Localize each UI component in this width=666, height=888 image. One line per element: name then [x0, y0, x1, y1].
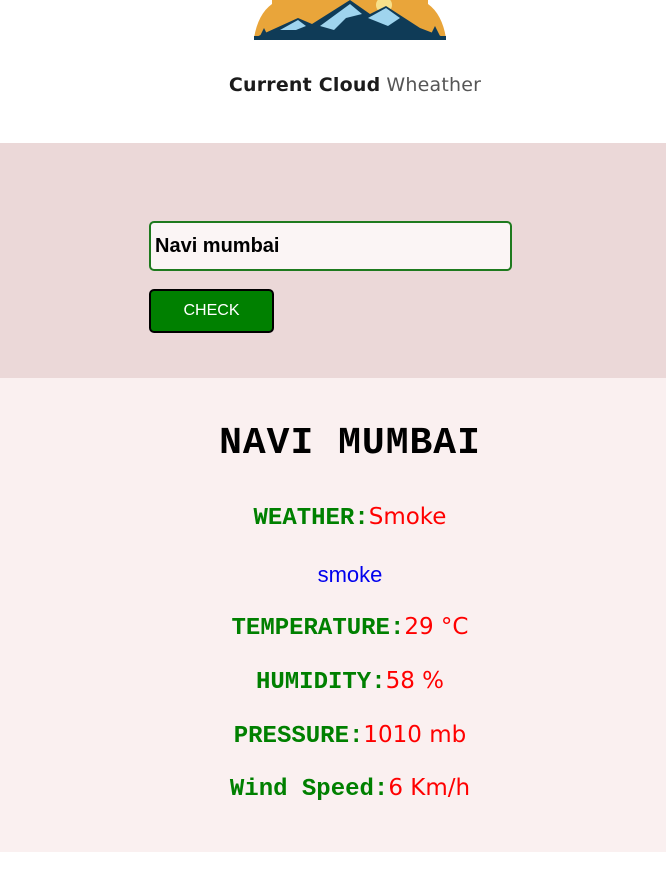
- wind-speed-label: Wind Speed:: [229, 776, 389, 803]
- wind-speed-row: Wind Speed:6 Km/h: [0, 775, 666, 803]
- temperature-value: 29 °C: [404, 614, 469, 640]
- pressure-row: PRESSURE:1010 mb: [0, 722, 666, 750]
- pressure-label: PRESSURE:: [233, 723, 364, 750]
- weather-value: Smoke: [368, 504, 447, 530]
- search-section: CHECK: [0, 143, 666, 378]
- wind-speed-value: 6 Km/h: [388, 775, 471, 801]
- humidity-label: HUMIDITY:: [255, 669, 386, 696]
- weather-description: smoke: [317, 562, 383, 587]
- weather-row: WEATHER:Smoke: [0, 504, 666, 532]
- check-button[interactable]: CHECK: [149, 289, 274, 333]
- brand-name-bold: Current Cloud: [228, 74, 381, 96]
- mountain-sun-logo-icon: [254, 0, 446, 40]
- header: Current Cloud Wheather: [0, 0, 666, 143]
- city-name-heading: NAVI MUMBAI: [219, 422, 481, 465]
- temperature-row: TEMPERATURE:29 °C: [0, 614, 666, 642]
- humidity-value: 58 %: [385, 668, 445, 694]
- weather-result-panel: NAVI MUMBAI WEATHER:Smoke smoke TEMPERAT…: [0, 378, 666, 852]
- weather-label: WEATHER:: [253, 505, 369, 532]
- city-search-input[interactable]: [149, 221, 512, 271]
- temperature-label: TEMPERATURE:: [231, 615, 405, 642]
- pressure-value: 1010 mb: [363, 722, 467, 748]
- humidity-row: HUMIDITY:58 %: [0, 668, 666, 696]
- brand-title: Current Cloud Wheather: [0, 74, 666, 97]
- weather-description-row: smoke: [0, 562, 666, 588]
- brand-name-light: Wheather: [386, 74, 482, 96]
